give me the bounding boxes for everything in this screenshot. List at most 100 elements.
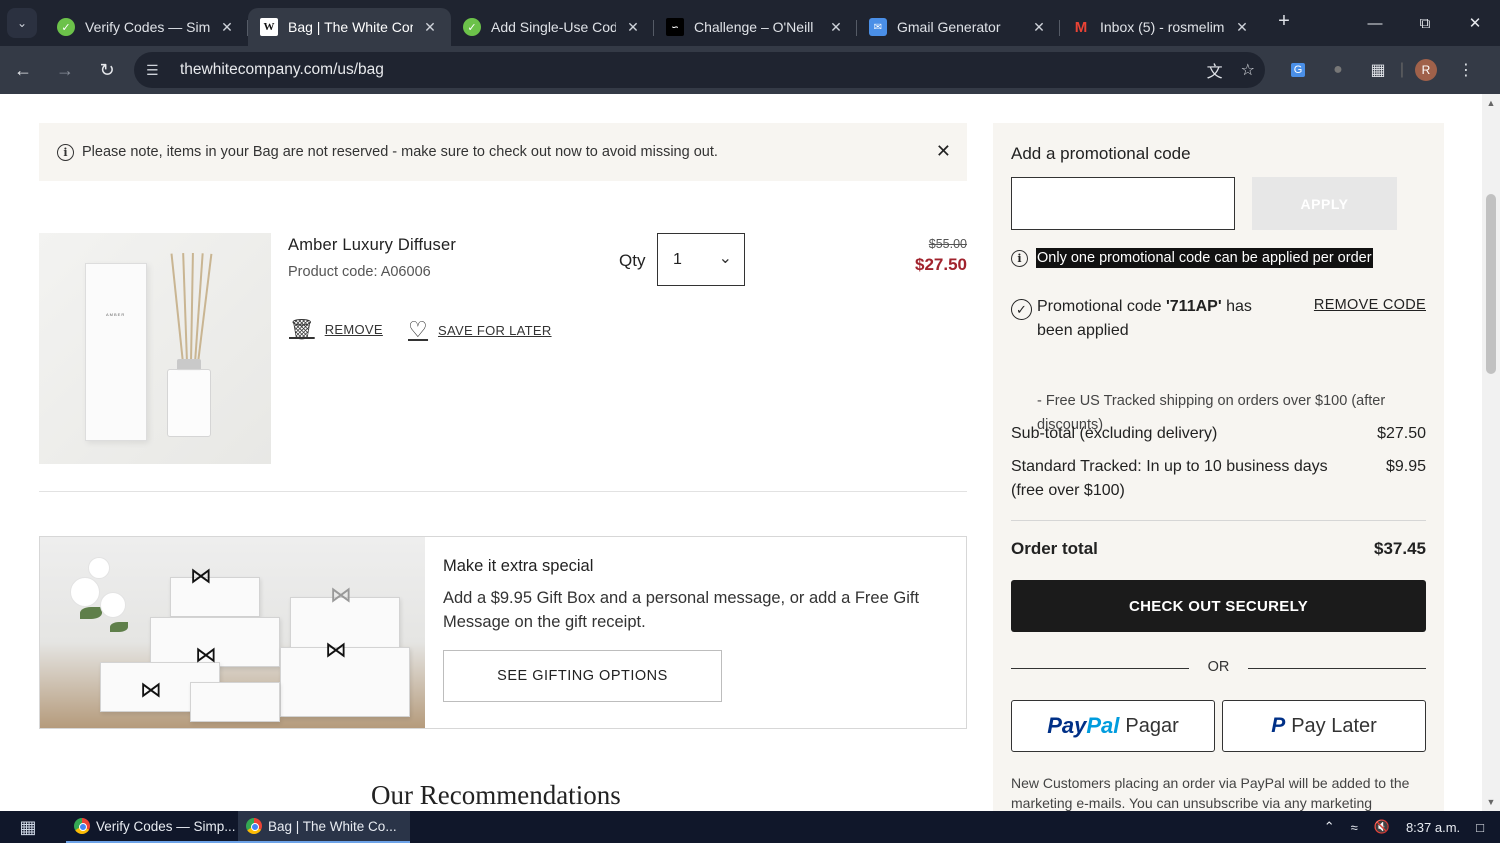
bow-icon: ⋈ <box>325 637 347 662</box>
remove-item-link[interactable]: 🗑 REMOVE <box>289 317 383 342</box>
close-tab-icon[interactable]: ✕ <box>827 19 845 36</box>
volume-muted-icon[interactable]: 🔇 <box>1374 819 1390 835</box>
avatar: R <box>1415 59 1437 81</box>
order-total-row: Order total $37.45 <box>1011 539 1426 559</box>
oneill-logo-icon: ∽ <box>666 18 684 36</box>
close-notice-icon[interactable]: ✕ <box>936 141 951 162</box>
scroll-down-icon[interactable]: ▼ <box>1482 797 1500 807</box>
close-tab-icon[interactable]: ✕ <box>1030 19 1048 36</box>
one-code-note: i Only one promotional code can be appli… <box>1011 248 1373 268</box>
profile-button[interactable]: R <box>1406 59 1446 81</box>
apply-promo-button[interactable]: APPLY <box>1252 177 1397 230</box>
original-price: $55.00 <box>928 237 967 251</box>
bag-not-reserved-notice: i Please note, items in your Bag are not… <box>39 123 967 181</box>
product-code: Product code: A06006 <box>288 264 431 280</box>
forward-button[interactable]: → <box>46 51 84 89</box>
restore-button[interactable]: ⧉ <box>1400 0 1450 46</box>
url-text[interactable]: thewhitecompany.com/us/bag <box>180 61 384 79</box>
chrome-icon <box>74 818 90 834</box>
tab-verify-codes[interactable]: ✓ Verify Codes — Simpl ✕ <box>45 8 248 46</box>
paypal-pagar-button[interactable]: PayPal Pagar <box>1011 700 1215 752</box>
puzzle-extensions-icon[interactable]: ▦ <box>1358 60 1398 80</box>
product-name[interactable]: Amber Luxury Diffuser <box>288 236 456 255</box>
system-tray: ⌃ ≈ 🔇 8:37 a.m. □ <box>1324 811 1500 843</box>
promo-code-input[interactable] <box>1011 177 1235 230</box>
wifi-icon[interactable]: ≈ <box>1351 820 1358 835</box>
back-button[interactable]: ← <box>4 51 42 89</box>
diffuser-box-image: AMBER <box>85 263 147 441</box>
quantity-value: 1 <box>673 250 682 268</box>
product-image[interactable]: AMBER <box>39 233 271 464</box>
tab-add-single-use-code[interactable]: ✓ Add Single-Use Code ✕ <box>451 8 654 46</box>
shipping-label: Standard Tracked: In up to 10 business d… <box>1011 458 1328 499</box>
one-code-note-text: Only one promotional code can be applied… <box>1036 248 1373 268</box>
tab-search-button[interactable]: ⌄ <box>7 8 37 38</box>
tab-bag-white-company[interactable]: W Bag | The White Comp ✕ <box>248 8 451 46</box>
tab-gmail-inbox[interactable]: M Inbox (5) - rosmelimc ✕ <box>1060 8 1263 46</box>
minimize-button[interactable]: — <box>1350 0 1400 46</box>
bow-icon: ⋈ <box>190 563 212 588</box>
checkout-securely-button[interactable]: CHECK OUT SECURELY <box>1011 580 1426 632</box>
start-button[interactable]: ▦ <box>0 811 56 843</box>
bow-icon: ⋈ <box>140 677 162 702</box>
clock-time[interactable]: 8:37 a.m. <box>1406 820 1460 835</box>
tab-title: Verify Codes — Simpl <box>85 19 210 35</box>
taskbar-item-label: Verify Codes — Simp... <box>96 818 236 834</box>
gift-boxes-image: ⋈ ⋈ ⋈ ⋈ ⋈ <box>40 537 425 728</box>
or-label: OR <box>1207 659 1230 675</box>
save-for-later-link[interactable]: ♡ SAVE FOR LATER <box>408 317 552 343</box>
paypal-logo-icon: PayPal <box>1047 713 1120 738</box>
close-tab-icon[interactable]: ✕ <box>1233 19 1251 36</box>
menu-kebab-icon[interactable]: ⋮ <box>1446 60 1486 80</box>
tab-title: Gmail Generator <box>897 19 1001 35</box>
paypal-marketing-note: New Customers placing an order via PayPa… <box>1011 775 1410 811</box>
plus-icon: + <box>1278 9 1290 32</box>
sale-price: $27.50 <box>915 255 967 274</box>
taskbar-item-verify-codes[interactable]: Verify Codes — Simp... <box>66 811 238 843</box>
tab-gmail-generator[interactable]: ✉ Gmail Generator ✕ <box>857 8 1060 46</box>
google-translate-extension-icon[interactable]: G <box>1278 63 1318 77</box>
taskbar-item-label: Bag | The White Co... <box>268 818 397 834</box>
toolbar-divider: | <box>1399 61 1405 78</box>
notification-icon[interactable]: □ <box>1476 820 1484 835</box>
taskbar-item-bag[interactable]: Bag | The White Co... <box>238 811 410 843</box>
quantity-select[interactable]: 1 ⌄ <box>657 233 745 286</box>
translate-icon[interactable]: 文 <box>1207 58 1223 82</box>
extensions-area: G ● ▦ | R ⋮ <box>1278 46 1486 94</box>
scroll-up-icon[interactable]: ▲ <box>1482 98 1500 108</box>
new-tab-button[interactable]: + <box>1269 6 1299 36</box>
paypal-p-icon: P <box>1271 714 1286 737</box>
close-tab-icon[interactable]: ✕ <box>218 19 236 36</box>
arrow-left-icon: ← <box>14 59 32 80</box>
browser-tab-strip: ⌄ ✓ Verify Codes — Simpl ✕ W Bag | The W… <box>0 0 1500 46</box>
tab-challenge-oneill[interactable]: ∽ Challenge – O'Neill ✕ <box>654 8 857 46</box>
shipping-value: $9.95 <box>1385 458 1426 475</box>
close-icon: ✕ <box>1468 15 1482 32</box>
site-info-icon[interactable]: ☰ <box>146 62 166 79</box>
reload-button[interactable]: ↻ <box>88 51 126 89</box>
close-tab-icon[interactable]: ✕ <box>624 19 642 36</box>
or-separator: OR <box>1011 659 1426 679</box>
see-gifting-options-button[interactable]: SEE GIFTING OPTIONS <box>443 650 722 702</box>
arrow-right-icon: → <box>56 59 74 80</box>
window-controls: — ⧉ ✕ <box>1350 0 1500 46</box>
close-tab-icon[interactable]: ✕ <box>421 19 439 36</box>
order-summary-panel: Add a promotional code APPLY i Only one … <box>993 123 1444 811</box>
applied-code: '711AP' <box>1165 298 1222 315</box>
close-window-button[interactable]: ✕ <box>1450 0 1500 46</box>
address-bar[interactable]: ☰ thewhitecompany.com/us/bag 文 ☆ <box>134 52 1265 88</box>
extension-icon[interactable]: ● <box>1318 61 1358 79</box>
chevron-up-icon[interactable]: ⌃ <box>1324 819 1335 835</box>
remove-code-link[interactable]: REMOVE CODE <box>1314 297 1426 313</box>
bookmark-star-icon[interactable]: ☆ <box>1241 60 1255 80</box>
w-logo-icon: W <box>260 18 278 36</box>
subtotal-value: $27.50 <box>1377 425 1426 442</box>
tab-title: Inbox (5) - rosmelimc <box>1100 19 1225 35</box>
gift-title: Make it extra special <box>443 557 594 575</box>
scrollbar-thumb[interactable] <box>1486 194 1496 374</box>
heart-icon: ♡ <box>408 317 429 342</box>
subtotal-row: Sub-total (excluding delivery) $27.50 <box>1011 422 1426 446</box>
page-scrollbar[interactable]: ▲ ▼ <box>1482 94 1500 811</box>
shipping-row: Standard Tracked: In up to 10 business d… <box>1011 455 1426 503</box>
paypal-pay-later-button[interactable]: P Pay Later <box>1222 700 1426 752</box>
